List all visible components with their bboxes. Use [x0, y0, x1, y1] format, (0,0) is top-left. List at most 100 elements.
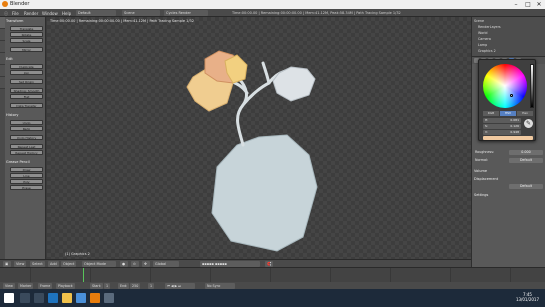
color-mode-tabs: RGB HSV Hex	[483, 111, 533, 116]
menu-render[interactable]: Render	[24, 11, 38, 16]
close-icon[interactable]: ✕	[533, 0, 545, 9]
displacement-row: Default	[475, 184, 543, 190]
panel-history-header[interactable]: History	[6, 113, 44, 118]
tool-shelf-tabs	[0, 17, 5, 259]
tab-create[interactable]	[0, 29, 5, 41]
os-taskbar: 7:45 13/01/2017	[0, 289, 545, 307]
store-icon[interactable]	[76, 293, 86, 303]
outliner-item-scene[interactable]: Scene	[474, 19, 484, 23]
3d-viewport[interactable]: Time:00:00.00 | Remaining:00:00:00.00 | …	[47, 17, 471, 259]
roughness-row: Roughness: 0.000	[475, 150, 543, 156]
layout-selector[interactable]: Default	[76, 10, 116, 16]
mirror-button[interactable]: Mirror	[10, 47, 43, 52]
edge-icon[interactable]	[48, 293, 58, 303]
repeat-last-button[interactable]: Repeat Last	[10, 144, 43, 149]
value-slider[interactable]	[530, 64, 534, 108]
duplicate-button[interactable]: Duplicate	[10, 64, 43, 69]
tab-physics[interactable]	[0, 65, 5, 77]
frame-cursor[interactable]	[83, 268, 84, 282]
data-transfer-button[interactable]: Data Transfer	[10, 103, 43, 108]
eyedropper-icon[interactable]: ✎	[524, 119, 533, 128]
system-clock[interactable]: 7:45 13/01/2017	[516, 292, 539, 302]
search-icon[interactable]	[20, 293, 30, 303]
shading-smooth-button[interactable]: Shading: Smooth	[10, 88, 43, 93]
outliner-item-lamp[interactable]: Lamp	[478, 43, 487, 47]
volume-section-header[interactable]: Volume	[474, 169, 544, 174]
start-icon[interactable]	[4, 293, 14, 303]
panel-transform-header[interactable]: Transform	[6, 19, 44, 24]
right-panel: Scene RenderLayers World Camera Lamp Gra…	[471, 17, 545, 267]
timeline-ruler[interactable]	[0, 268, 545, 282]
info-header: ⓘ File Render Window Help Default Scene …	[0, 9, 545, 17]
tab-tools[interactable]	[0, 17, 5, 29]
gp-poly-button[interactable]: Poly	[10, 179, 43, 184]
outliner-item-graphics[interactable]: Graphics 2	[478, 49, 496, 53]
ruler-tick	[390, 268, 391, 282]
saturation-field[interactable]: S: 0.126	[483, 124, 521, 129]
blender-taskbar-icon[interactable]	[90, 293, 100, 303]
join-button[interactable]: Join	[10, 70, 43, 75]
rendered-tree-model	[186, 50, 318, 252]
mail-icon[interactable]	[104, 293, 114, 303]
file-explorer-icon[interactable]	[62, 293, 72, 303]
window-titlebar: Blender – □ ✕	[0, 0, 545, 9]
ruler-tick	[510, 268, 511, 282]
set-origin-button[interactable]: Set Origin	[10, 79, 43, 84]
gp-erase-button[interactable]: Erase	[10, 185, 43, 190]
color-picker-popup[interactable]: RGB HSV Hex H: 0.081 S: 0.126 V: 0.948 ✎	[478, 59, 536, 141]
outliner-item-renderlayers[interactable]: RenderLayers	[478, 25, 501, 29]
outliner-item-world[interactable]: World	[478, 31, 487, 35]
menu-window[interactable]: Window	[42, 11, 58, 16]
value-field[interactable]: V: 0.948	[483, 130, 521, 135]
outliner-item-camera[interactable]: Camera	[478, 37, 491, 41]
tool-shelf: Transform Translate Rotate Scale Mirror …	[0, 17, 46, 259]
hue-field[interactable]: H: 0.081	[483, 118, 521, 123]
gp-line-button[interactable]: Line	[10, 173, 43, 178]
repeat-history-button[interactable]: Repeat History	[10, 150, 43, 155]
render-stats: Time:00:00.00 | Remaining:00:00:00.00 | …	[232, 11, 401, 15]
tab-hsv[interactable]: HSV	[500, 111, 516, 116]
task-view-icon[interactable]	[34, 293, 44, 303]
displacement-field[interactable]: Default	[509, 184, 543, 189]
scale-button[interactable]: Scale	[10, 38, 43, 43]
normal-row: Normal: Default	[475, 158, 543, 164]
menu-file[interactable]: File	[12, 11, 19, 16]
clock-date: 13/01/2017	[515, 297, 539, 302]
color-swatch	[483, 136, 533, 140]
ruler-tick	[30, 268, 31, 282]
ruler-tick	[150, 268, 151, 282]
rotate-button[interactable]: Rotate	[10, 32, 43, 37]
undo-history-button[interactable]: Undo History	[10, 135, 43, 140]
panel-edit-header[interactable]: Edit	[6, 57, 44, 62]
normal-field[interactable]: Default	[509, 158, 543, 163]
panel-grease-pencil-header[interactable]: Grease Pencil	[6, 160, 44, 165]
redo-button[interactable]: Redo	[10, 126, 43, 131]
blender-logo-icon	[2, 1, 8, 7]
ruler-tick	[270, 268, 271, 282]
settings-section-header[interactable]: Settings	[474, 193, 544, 198]
scene-selector[interactable]: Scene	[122, 10, 160, 16]
tab-hex[interactable]: Hex	[517, 111, 533, 116]
undo-button[interactable]: Undo	[10, 120, 43, 125]
outliner[interactable]: Scene RenderLayers World Camera Lamp Gra…	[472, 17, 545, 57]
tab-animation[interactable]	[0, 53, 5, 65]
color-wheel[interactable]	[483, 64, 527, 108]
window-title: Blender	[10, 1, 30, 7]
translate-button[interactable]: Translate	[10, 26, 43, 31]
gp-draw-button[interactable]: Draw	[10, 167, 43, 172]
render-engine-select[interactable]: Cycles Render	[164, 10, 208, 16]
shading-flat-button[interactable]: Flat	[10, 94, 43, 99]
saturation-value: 0.126	[510, 124, 519, 128]
tab-grease-pencil[interactable]	[0, 77, 5, 89]
active-object-label: (1) Graphics 2	[65, 252, 90, 256]
tab-relations[interactable]	[0, 41, 5, 53]
color-wheel-cursor[interactable]	[510, 94, 513, 97]
minimize-icon[interactable]: –	[510, 0, 522, 9]
displacement-section-header[interactable]: Displacement	[474, 177, 544, 182]
roughness-field[interactable]: 0.000	[509, 150, 543, 155]
ruler-tick	[90, 268, 91, 282]
tab-rgb[interactable]: RGB	[483, 111, 499, 116]
timeline-editor[interactable]: View Marker Frame Playback Start: 1 End:…	[0, 267, 545, 290]
hue-value: 0.081	[510, 118, 519, 122]
menu-help[interactable]: Help	[62, 11, 71, 16]
